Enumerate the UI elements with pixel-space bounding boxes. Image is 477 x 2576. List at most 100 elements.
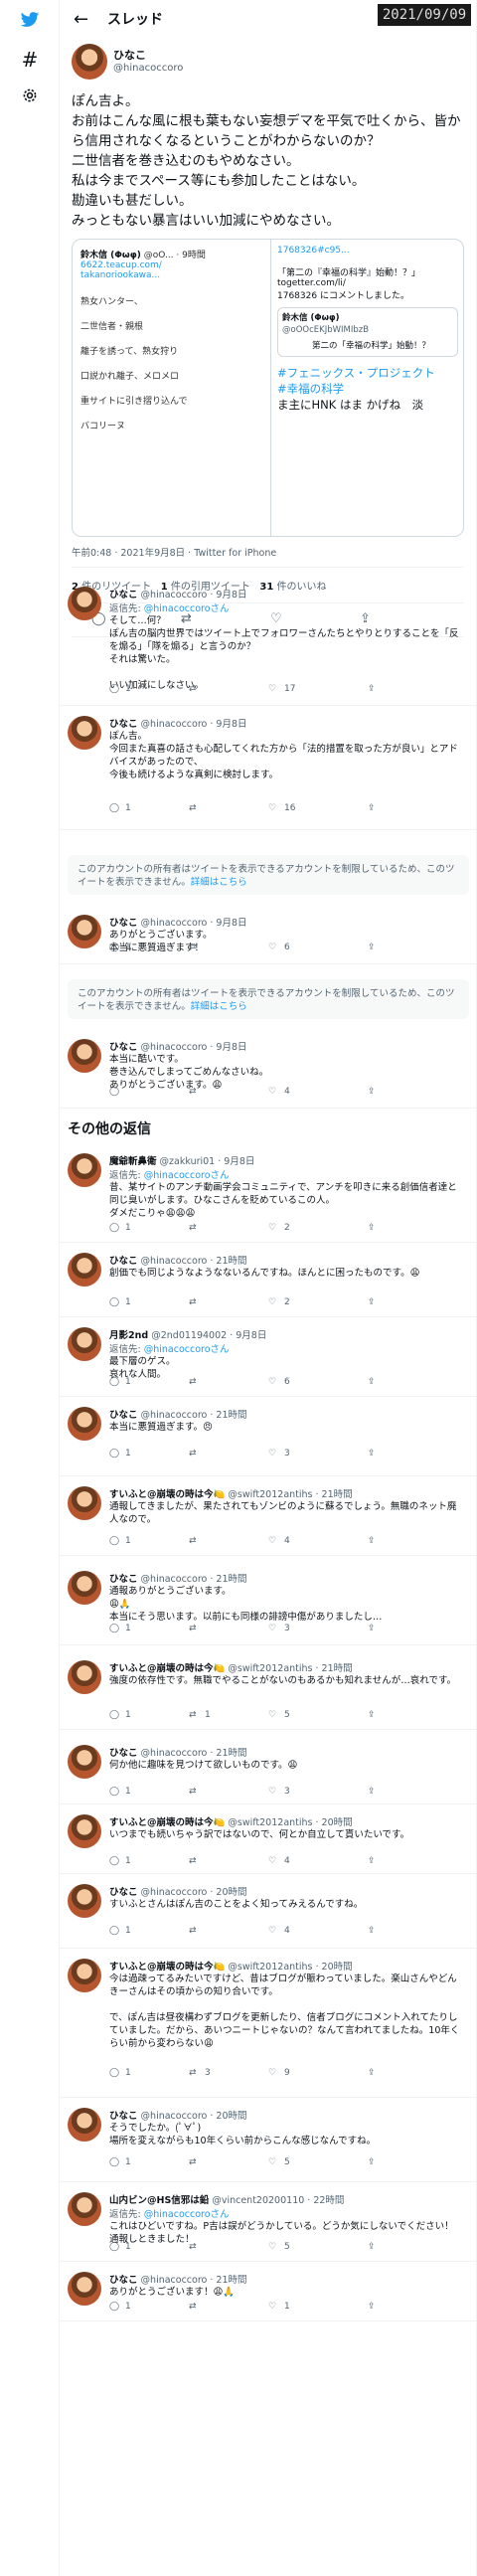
like-icon[interactable]: ♡ [268,1787,276,1797]
share-icon[interactable]: ⇪ [368,1536,376,1546]
author-name[interactable]: ひなこ [109,1574,138,1585]
author-name[interactable]: ひなこ [113,47,146,63]
reply-icon[interactable]: ◯ [109,1223,119,1233]
retweet-icon[interactable]: ⇄ [189,1624,197,1633]
author-name[interactable]: ひなこ [109,1748,138,1759]
retweet-icon[interactable]: ⇄ [189,943,197,952]
reply-to-user[interactable]: @hinacoccoroさん [144,1344,230,1355]
avatar[interactable] [68,915,101,948]
author-handle-time[interactable]: @swift2012antihs · 21時間 [228,1489,352,1500]
share-icon[interactable]: ⇪ [368,1223,376,1233]
author-name[interactable]: すいふと@崩壊の時は今🍋 [109,1663,225,1674]
reply-tweet[interactable]: ひなこ @hinacoccoro · 9月8日 ありがとうございます。 本当に悪質… [60,905,477,964]
reply-tweet[interactable]: すいふと@崩壊の時は今🍋 @swift2012antihs · 20時間 いつまで… [60,1804,477,1874]
author-handle[interactable]: @hinacoccoro [113,63,183,74]
author-handle-time[interactable]: @hinacoccoro · 21時間 [141,1748,247,1759]
like-icon[interactable]: ♡ [268,684,276,694]
share-icon[interactable]: ⇪ [368,1449,376,1459]
reply-tweet[interactable]: ひなこ @hinacoccoro · 20時間 すいふとさんはぽん吉のことをよく知… [60,1874,477,1949]
reply-to-user[interactable]: @hinacoccoroさん [144,1170,230,1181]
author-name[interactable]: すいふと@崩壊の時は今🍋 [109,1817,225,1828]
retweet-icon[interactable]: ⇄ [189,2242,197,2252]
reply-tweet[interactable]: ひなこ @hinacoccoro · 9月8日 本当に酷いです。 巻き込んでしまっ… [60,1029,477,1109]
avatar[interactable] [68,716,101,750]
share-icon[interactable]: ⇪ [368,2302,376,2312]
reply-icon[interactable]: ◯ [109,2157,119,2167]
reply-icon[interactable]: ◯ [109,2068,119,2078]
reply-icon[interactable]: ◯ [109,1856,119,1866]
notice-link[interactable]: 詳細はこちら [191,877,247,888]
back-arrow-icon[interactable]: ← [74,9,88,30]
avatar[interactable] [68,2272,101,2306]
author-name[interactable]: ひなこ [109,1887,138,1898]
author-handle-time[interactable]: @hinacoccoro · 21時間 [141,1410,247,1421]
reply-tweet[interactable]: ひなこ @hinacoccoro · 21時間 通報ありがとうございます。 😩🙏 … [60,1561,477,1645]
like-icon[interactable]: ♡ [268,2302,276,2312]
reply-icon[interactable]: ◯ [109,1624,119,1633]
like-icon[interactable]: ♡ [268,1223,276,1233]
like-icon[interactable]: ♡ [268,1710,276,1720]
avatar[interactable] [68,1884,101,1918]
share-icon[interactable]: ⇪ [368,2068,376,2078]
avatar[interactable] [68,1153,101,1187]
author-handle-time[interactable]: @swift2012antihs · 20時間 [228,1962,352,1973]
retweet-icon[interactable]: ⇄ [189,2068,197,2078]
retweet-icon[interactable]: ⇄ [189,2157,197,2167]
like-icon[interactable]: ♡ [268,1926,276,1936]
reply-tweet[interactable]: ひなこ @hinacoccoro · 21時間 何か他に趣味を見つけて欲しいもので… [60,1735,477,1804]
avatar[interactable] [68,2108,101,2142]
share-icon[interactable]: ⇪ [368,684,376,694]
twitter-logo-icon[interactable] [18,8,42,32]
author-name[interactable]: ひなこ [109,918,138,929]
reply-icon[interactable]: ◯ [109,1787,119,1797]
like-icon[interactable]: ♡ [268,1297,276,1307]
author-handle-time[interactable]: @zakkuri01 · 9月8日 [160,1156,255,1167]
retweet-icon[interactable]: ⇄ [189,1710,197,1720]
reply-icon[interactable]: ◯ [109,1926,119,1936]
author-handle-time[interactable]: @hinacoccoro · 9月8日 [141,590,247,601]
author-handle-time[interactable]: @hinacoccoro · 9月8日 [141,719,247,730]
reply-icon[interactable]: ◯ [109,1377,119,1387]
retweet-icon[interactable]: ⇄ [189,1926,197,1936]
share-icon[interactable]: ⇪ [368,1624,376,1633]
author-name[interactable]: ひなこ [109,590,138,601]
author-handle-time[interactable]: @swift2012antihs · 20時間 [228,1817,352,1828]
like-icon[interactable]: ♡ [268,1377,276,1387]
author-name[interactable]: ひなこ [109,2275,138,2286]
avatar[interactable] [68,1039,101,1073]
reply-tweet[interactable]: すいふと@崩壊の時は今🍋 @swift2012antihs · 20時間 今は過疎… [60,1949,477,2098]
avatar[interactable] [72,44,107,80]
author-name[interactable]: 魔爺斬鼻衛 [109,1156,157,1167]
retweet-icon[interactable]: ⇄ [189,1377,197,1387]
author-handle-time[interactable]: @hinacoccoro · 20時間 [141,2111,247,2122]
reply-icon[interactable]: ◯ [109,1449,119,1459]
like-icon[interactable]: ♡ [268,2157,276,2167]
author-name[interactable]: ひなこ [109,1042,138,1053]
reply-tweet[interactable]: 月影2nd @2nd01194002 · 9月8日 返信先: @hinacocco… [60,1317,477,1397]
avatar[interactable] [68,1660,101,1694]
like-icon[interactable]: ♡ [268,1087,276,1097]
avatar[interactable] [68,1486,101,1520]
reply-icon[interactable]: ◯ [109,943,119,952]
explore-hashtag-icon[interactable]: # [18,48,42,72]
like-icon[interactable]: ♡ [268,2068,276,2078]
reply-icon[interactable]: ◯ [109,1297,119,1307]
reply-tweet[interactable]: ひなこ @hinacoccoro · 21時間 創価でも同じようなようなないるんで… [60,1243,477,1317]
author-handle-time[interactable]: @hinacoccoro · 9月8日 [141,918,247,929]
share-icon[interactable]: ⇪ [368,1710,376,1720]
reply-icon[interactable]: ◯ [109,2242,119,2252]
share-icon[interactable]: ⇪ [368,2242,376,2252]
reply-tweet[interactable]: ひなこ @hinacoccoro · 9月8日 ぽん吉。 今回また真喜の話さも心配… [60,706,477,830]
avatar[interactable] [68,1407,101,1441]
avatar[interactable] [68,1327,101,1361]
reply-icon[interactable]: ◯ [109,1710,119,1720]
reply-tweet[interactable]: 魔爺斬鼻衛 @zakkuri01 · 9月8日 返信先: @hinacoccoro… [60,1143,477,1243]
author-handle-time[interactable]: @hinacoccoro · 21時間 [141,2275,247,2286]
like-icon[interactable]: ♡ [268,1536,276,1546]
like-icon[interactable]: ♡ [268,943,276,952]
author-handle-time[interactable]: @hinacoccoro · 9月8日 [141,1042,247,1053]
avatar[interactable] [68,1745,101,1779]
share-icon[interactable]: ⇪ [368,1297,376,1307]
settings-gear-icon[interactable] [18,84,42,107]
reply-tweet[interactable]: すいふと@崩壊の時は今🍋 @swift2012antihs · 21時間 強度の依… [60,1650,477,1730]
